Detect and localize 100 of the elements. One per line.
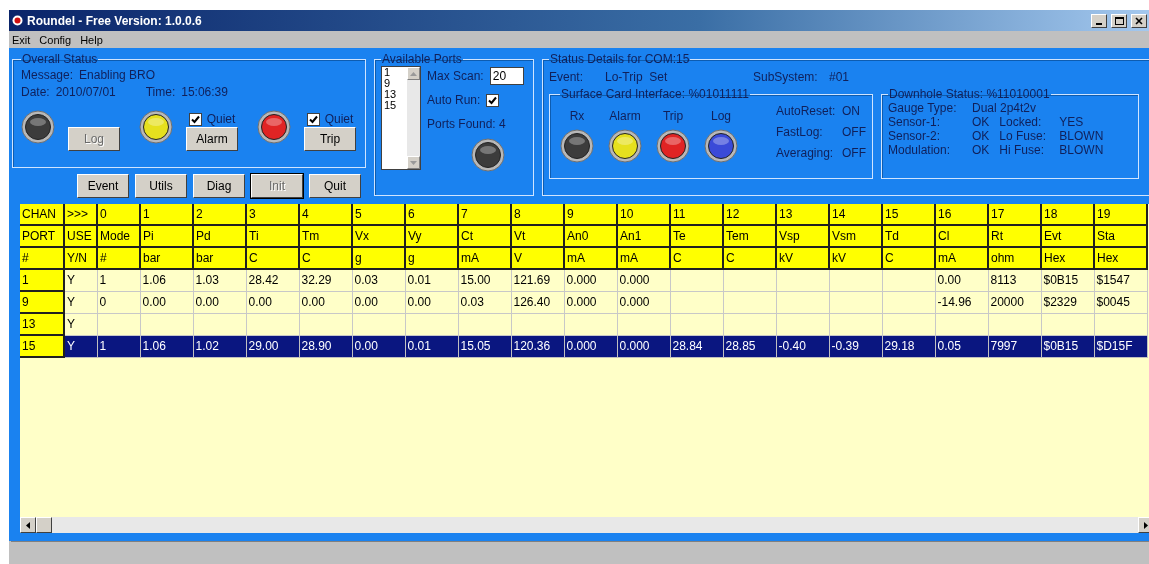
header-cell: 15 (882, 204, 935, 225)
message-value: Enabling BRO (79, 67, 156, 82)
maximize-button[interactable] (1111, 13, 1127, 28)
table-cell: 0.00 (193, 291, 246, 313)
scroll-down-button[interactable] (407, 156, 420, 169)
table-cell: 0.00 (935, 269, 988, 291)
port-cell: 15 (20, 335, 64, 357)
status-button[interactable]: Alarm (186, 127, 238, 151)
scroll-up-button[interactable] (407, 67, 420, 80)
status-value: OK (972, 115, 990, 129)
ports-found-text: Ports Found: 4 (427, 117, 506, 131)
scroll-thumb[interactable] (36, 517, 52, 533)
header-cell: 9 (564, 204, 617, 225)
table-cell: $0B15 (1041, 269, 1094, 291)
table-cell: 126.40 (511, 291, 564, 313)
table-cell: 28.42 (246, 269, 299, 291)
field-label: Gauge Type: (888, 101, 958, 115)
panel-title: Overall Status (21, 52, 99, 66)
header-cell: 17 (988, 204, 1041, 225)
menu-item[interactable]: Config (39, 33, 72, 46)
max-scan-field[interactable]: 20 (489, 67, 524, 85)
date-value: 2010/07/01 (55, 84, 117, 99)
maximize-icon (1114, 16, 1124, 25)
table-row[interactable]: 15 Y 1 1.06 1.02 29.00 28.90 0.00 0.01 15.05 120.36 0.000 0.000 28.84 28.85 -0.40 -0.39 29.18 0.05 7997 $0B15 $D15F (20, 335, 1147, 357)
table-cell: 0.000 (564, 269, 617, 291)
field-label: SubSystem: (753, 69, 819, 84)
port-cell: 1 (20, 269, 64, 291)
status-label: Hi Fuse: (999, 143, 1046, 157)
window-title: Roundel - Free Version: 1.0.0.6 (27, 13, 202, 28)
header-cell: 14 (829, 204, 882, 225)
auto-run-checkbox[interactable] (486, 93, 500, 107)
header-cell: 1 (140, 204, 193, 225)
table-cell: 8113 (988, 269, 1041, 291)
table-cell: 0.00 (246, 291, 299, 313)
status-value: YES (1059, 115, 1084, 129)
header-cell: 3 (246, 204, 299, 225)
port-list[interactable]: 1 9 13 15 (381, 66, 421, 170)
setting-value: OFF (842, 125, 866, 139)
port-item[interactable]: 15 (384, 100, 407, 111)
header-cell: 18 (1041, 204, 1094, 225)
light-label: Alarm (609, 109, 641, 123)
setting-label: AutoReset: (776, 104, 837, 118)
menu-item[interactable]: Help (80, 33, 103, 46)
close-icon (1135, 16, 1143, 25)
light-label: Log (711, 109, 731, 123)
table-cell: 0.01 (405, 269, 458, 291)
header-cell: 7 (458, 204, 511, 225)
table-cell: 0 (97, 291, 140, 313)
action-button[interactable]: Quit (309, 174, 361, 198)
header-cell: 10 (617, 204, 670, 225)
scroll-left-button[interactable] (20, 517, 36, 533)
status-label: Sensor-2: (888, 129, 942, 143)
minimize-button[interactable] (1091, 13, 1107, 28)
table-row[interactable]: 1 Y 1 1.06 1.03 28.42 32.29 0.03 0.01 15.00 121.69 0.000 0.000 0.00 8113 $0B15 $1547 (20, 269, 1147, 291)
action-button[interactable]: Utils (135, 174, 187, 198)
table-cell: 0.000 (564, 291, 617, 313)
header-cell: 4 (299, 204, 352, 225)
left-arrow-icon (26, 521, 30, 529)
table-row[interactable]: 9 Y 0 0.00 0.00 0.00 0.00 0.00 0.00 0.03 126.40 0.000 0.000 -14.96 20000 $2329 $0045 (20, 291, 1147, 313)
setting-label: FastLog: (776, 125, 824, 139)
field-label: Date: (21, 84, 50, 99)
table-cell: 1.06 (140, 269, 193, 291)
table-cell: 1.03 (193, 269, 246, 291)
action-button[interactable]: Diag (193, 174, 245, 198)
light-label: Trip (662, 109, 684, 123)
header-cell: CHAN (20, 204, 64, 225)
panel-title: Status Details for COM:15 (549, 52, 691, 66)
table-cell: $2329 (1041, 291, 1094, 313)
close-button[interactable] (1131, 13, 1147, 28)
header-cell: 2 (193, 204, 246, 225)
status-value: BLOWN (1059, 143, 1104, 157)
table-cell: 20000 (988, 291, 1041, 313)
port-item[interactable]: 13 (384, 89, 407, 100)
field-label: Time: (145, 84, 176, 99)
table-cell: 0.00 (140, 291, 193, 313)
status-value: OK (972, 143, 990, 157)
setting-label: Averaging: (776, 146, 835, 160)
field-label: Auto Run: (427, 93, 481, 107)
table-cell: 0.00 (405, 291, 458, 313)
light-label: Rx (569, 109, 585, 123)
status-button[interactable]: Trip (304, 127, 356, 151)
table-cell: 32.29 (299, 269, 352, 291)
quiet-checkbox[interactable]: Quiet (188, 112, 236, 126)
table-cell: Y (64, 269, 97, 291)
port-item[interactable]: 1 (384, 67, 407, 78)
port-cell: 9 (20, 291, 64, 313)
time-value: 15:06:39 (181, 84, 228, 99)
setting-value: ON (842, 104, 860, 118)
table-cell: $1547 (1094, 269, 1147, 291)
quiet-checkbox[interactable]: Quiet (306, 112, 354, 126)
check-icon (190, 114, 200, 124)
panel-title: Surface Card Interface: %01011111 (560, 87, 750, 101)
table-cell: $0045 (1094, 291, 1147, 313)
menu-item[interactable]: Exit (12, 33, 31, 46)
panel-title: Downhole Status: %11010001 (888, 87, 1051, 101)
table-cell: 15.00 (458, 269, 511, 291)
check-icon (308, 114, 318, 124)
action-button[interactable]: Event (77, 174, 129, 198)
port-item[interactable]: 9 (384, 78, 407, 89)
table-cell: 121.69 (511, 269, 564, 291)
